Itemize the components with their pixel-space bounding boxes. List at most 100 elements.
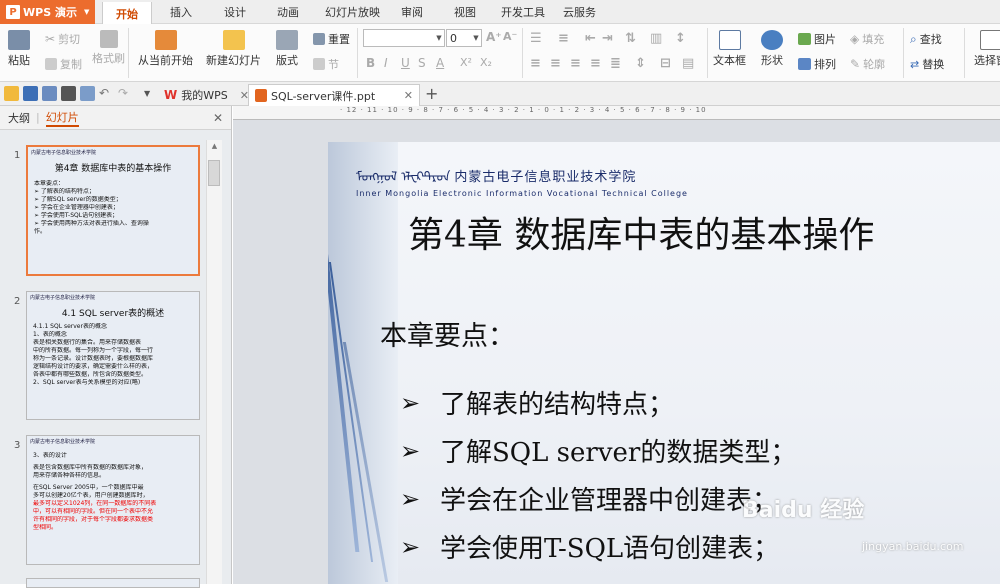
grow-font-icon[interactable]: A⁺ bbox=[486, 30, 502, 44]
cut-button[interactable]: ✂ 剪切 bbox=[45, 31, 80, 47]
slide-canvas[interactable]: ᠮᠣᠩᠭᠣᠯ ᠡᠯᠧᠺᠲ᠋ᠷᠣᠨ 内蒙古电子信息职业技术学院 Inner Mon… bbox=[328, 142, 1000, 584]
slide-thumbnail-3[interactable]: 内蒙古电子信息职业技术学院 3、表的设计 表是包含数据库中所有数据的数据库对象，… bbox=[26, 435, 200, 565]
tab-document-label: SQL-server课件.ppt bbox=[271, 88, 375, 104]
fill-button[interactable]: ◈ 填充 bbox=[850, 31, 884, 47]
font-color-icon[interactable]: A bbox=[436, 56, 444, 70]
font-name-combo[interactable]: ▼ bbox=[363, 29, 445, 47]
tab-document[interactable]: SQL-server课件.ppt ✕ bbox=[248, 84, 420, 106]
bold-icon[interactable]: B bbox=[366, 56, 375, 70]
new-slide-button[interactable]: 新建幻灯片 bbox=[206, 30, 261, 68]
bullet-item[interactable]: ➢ 了解表的结构特点； bbox=[400, 384, 674, 421]
underline-icon[interactable]: U bbox=[401, 56, 410, 70]
indent-decrease-icon[interactable]: ⇤ bbox=[585, 31, 596, 46]
align-right-icon[interactable]: ≡ bbox=[570, 56, 581, 71]
slide-subtitle[interactable]: 本章要点： bbox=[380, 314, 515, 353]
paste-button[interactable]: 粘贴 bbox=[8, 30, 30, 68]
print-preview-icon[interactable] bbox=[80, 86, 95, 101]
scrollbar-thumb[interactable] bbox=[208, 160, 220, 186]
superscript-icon[interactable]: X² bbox=[460, 56, 472, 69]
bullet-text: 学会使用T-SQL语句创建表； bbox=[440, 528, 779, 565]
thumb-line: 各表中都有哪些数据，所包含的数据类型。 bbox=[27, 371, 199, 379]
align-left-icon[interactable]: ≡ bbox=[530, 56, 541, 71]
strikethrough-icon[interactable]: S bbox=[418, 56, 426, 70]
vertical-align-icon[interactable]: ⊟ bbox=[660, 56, 671, 71]
tab-review[interactable]: 审阅 bbox=[401, 0, 423, 24]
tab-outline[interactable]: 大纲 bbox=[8, 110, 30, 126]
tab-my-wps[interactable]: W 我的WPS ✕ bbox=[158, 84, 255, 106]
thumb-title: 第4章 数据库中表的基本操作 bbox=[28, 161, 198, 174]
subscript-icon[interactable]: X₂ bbox=[480, 56, 492, 69]
shape-button[interactable]: 形状 bbox=[761, 30, 783, 68]
replace-button[interactable]: ⇄ 替换 bbox=[910, 56, 944, 72]
arrow-bullet-icon: ➢ bbox=[400, 533, 426, 561]
app-name: WPS 演示 bbox=[23, 4, 77, 20]
align-center-icon[interactable]: ≡ bbox=[550, 56, 561, 71]
bullet-item[interactable]: ➢ 学会在企业管理器中创建表； bbox=[400, 480, 778, 517]
slide-title[interactable]: 第4章 数据库中表的基本操作 bbox=[408, 206, 874, 258]
bullet-item[interactable]: ➢ 了解SQL server的数据类型； bbox=[400, 432, 796, 469]
thumb-line: 用来存储各种各样的信息。 bbox=[27, 472, 199, 480]
open-folder-icon[interactable] bbox=[4, 86, 19, 101]
slide-thumbnail-2[interactable]: 内蒙古电子信息职业技术学院 4.1 SQL server表的概述 4.1.1 S… bbox=[26, 291, 200, 420]
paragraph-spacing-icon[interactable]: ⇕ bbox=[635, 56, 646, 71]
copy-button[interactable]: 复制 bbox=[45, 56, 82, 72]
from-current-button[interactable]: 从当前开始 bbox=[138, 30, 193, 68]
outline-button[interactable]: ✎ 轮廓 bbox=[850, 56, 885, 72]
section-label: 节 bbox=[328, 56, 339, 72]
arrange-button[interactable]: 排列 bbox=[798, 56, 836, 72]
textbox-button[interactable]: 文本框 bbox=[713, 30, 746, 68]
section-button[interactable]: 节 bbox=[313, 56, 339, 72]
tab-slides[interactable]: 幻灯片 bbox=[46, 109, 79, 127]
columns-icon[interactable]: ▥ bbox=[650, 31, 662, 46]
tab-design[interactable]: 设计 bbox=[224, 0, 246, 24]
tab-insert[interactable]: 插入 bbox=[170, 0, 192, 24]
redo-icon[interactable]: ↷ bbox=[118, 86, 133, 101]
italic-icon[interactable]: I bbox=[384, 56, 388, 70]
justify-icon[interactable]: ≡ bbox=[590, 56, 601, 71]
app-menu-button[interactable]: P WPS 演示 ▼ bbox=[0, 0, 95, 24]
thumb-line: 4.1.1 SQL server表的概念 bbox=[27, 323, 199, 331]
slide-thumbnail-4[interactable] bbox=[26, 578, 200, 588]
new-tab-icon[interactable]: + bbox=[425, 84, 440, 99]
indent-increase-icon[interactable]: ⇥ bbox=[602, 31, 613, 46]
numbered-list-icon[interactable]: ≡ bbox=[558, 31, 569, 46]
customize-dropdown-icon[interactable]: ▼ bbox=[144, 89, 159, 104]
distribute-icon[interactable]: ≣ bbox=[610, 56, 621, 71]
save-as-icon[interactable] bbox=[42, 86, 57, 101]
layout-button[interactable]: 版式 bbox=[276, 30, 298, 68]
bullet-list-icon[interactable]: ☰ bbox=[530, 31, 542, 46]
tab-home[interactable]: 开始 bbox=[102, 2, 152, 25]
font-size-combo[interactable]: 0▼ bbox=[446, 29, 482, 47]
tab-slideshow[interactable]: 幻灯片放映 bbox=[325, 0, 380, 24]
arrow-bullet-icon: ➢ bbox=[400, 437, 426, 465]
bullet-item[interactable]: ➢ 学会使用T-SQL语句创建表； bbox=[400, 528, 779, 565]
panel-scrollbar[interactable]: ▲ bbox=[206, 140, 222, 584]
find-button[interactable]: ⌕ 查找 bbox=[910, 31, 942, 47]
divider bbox=[522, 28, 523, 78]
undo-icon[interactable]: ↶ bbox=[99, 86, 114, 101]
slide-thumbnail-1[interactable]: 内蒙古电子信息职业技术学院 第4章 数据库中表的基本操作 本章要点： ➢ 了解表… bbox=[26, 145, 200, 276]
college-name: ᠮᠣᠩᠭᠣᠯ ᠡᠯᠧᠺᠲ᠋ᠷᠣᠨ 内蒙古电子信息职业技术学院 bbox=[356, 162, 636, 185]
select-pane-button[interactable]: 选择窗 bbox=[974, 30, 1000, 68]
format-painter-button[interactable]: 格式刷 bbox=[92, 30, 125, 66]
shrink-font-icon[interactable]: A⁻ bbox=[503, 30, 517, 43]
print-icon[interactable] bbox=[61, 86, 76, 101]
horizontal-ruler[interactable]: · 12 · 11 · 10 · 9 · 8 · 7 · 6 · 5 · 4 ·… bbox=[328, 106, 1000, 120]
tab-animation[interactable]: 动画 bbox=[277, 0, 299, 24]
tab-cloud[interactable]: 云服务 bbox=[563, 0, 596, 24]
picture-button[interactable]: 图片 bbox=[798, 31, 836, 47]
close-icon[interactable]: ✕ bbox=[213, 111, 223, 125]
close-icon[interactable]: ✕ bbox=[404, 89, 413, 102]
thumb-line: 许有相同的字段，对于每个字段都要求数据类 bbox=[27, 516, 199, 524]
scroll-up-icon[interactable]: ▲ bbox=[207, 142, 222, 150]
line-spacing-icon[interactable]: ↕ bbox=[675, 31, 686, 46]
tab-developer[interactable]: 开发工具 bbox=[501, 0, 545, 24]
save-icon[interactable] bbox=[23, 86, 38, 101]
reset-button[interactable]: 重置 bbox=[313, 31, 350, 47]
text-box-align-icon[interactable]: ▤ bbox=[682, 56, 694, 71]
chevron-down-icon: ▼ bbox=[471, 34, 481, 42]
wps-logo-icon: P bbox=[6, 5, 20, 19]
format-painter-label: 格式刷 bbox=[92, 50, 125, 66]
text-direction-icon[interactable]: ⇅ bbox=[625, 31, 636, 46]
tab-view[interactable]: 视图 bbox=[454, 0, 476, 24]
